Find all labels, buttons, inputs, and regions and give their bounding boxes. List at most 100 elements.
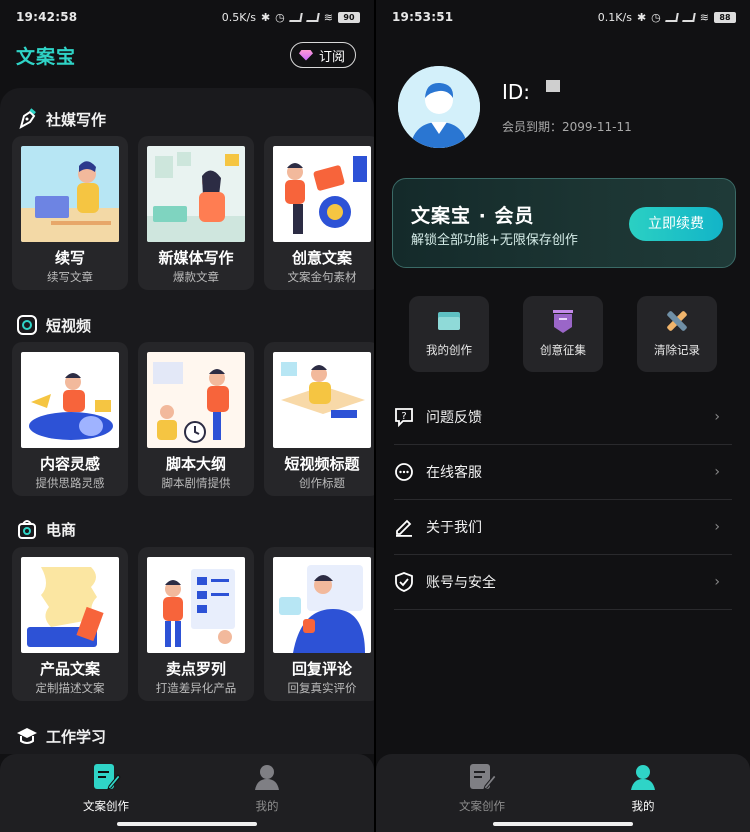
card-content-inspiration[interactable]: 内容灵感 提供思路灵感 xyxy=(12,342,128,496)
menu-item-account-security[interactable]: 账号与安全 › xyxy=(394,555,732,610)
menu-label: 问题反馈 xyxy=(426,410,482,426)
tab-label: 文案创作 xyxy=(459,799,505,813)
card-desc: 回复真实评价 xyxy=(287,681,357,695)
tab-mine[interactable]: 我的 xyxy=(583,762,703,814)
eraser-cross-icon xyxy=(664,308,690,334)
section-header: 社媒写作 xyxy=(16,108,106,130)
quick-clear-history[interactable]: 清除记录 xyxy=(637,296,717,372)
card-selling-points[interactable]: 卖点罗列 打造差异化产品 xyxy=(138,547,254,701)
quick-label: 创意征集 xyxy=(540,343,586,357)
home-indicator xyxy=(493,822,633,826)
feedback-question-icon: ? xyxy=(394,407,414,428)
card-video-title[interactable]: 短视频标题 创作标题 xyxy=(264,342,374,496)
tab-mine[interactable]: 我的 xyxy=(207,762,327,814)
alarm-icon: ◷ xyxy=(651,10,661,24)
writer-laptop-illustration xyxy=(21,146,119,242)
quick-creative-call[interactable]: 创意征集 xyxy=(523,296,603,372)
quick-label: 我的创作 xyxy=(426,343,472,357)
rocket-rider-illustration xyxy=(21,352,119,448)
status-bar: 19:53:51 0.1K/s ✱ ◷ ≋ 88 xyxy=(392,8,736,26)
folder-icon xyxy=(436,308,462,334)
card-reply-comments[interactable]: 回复评论 回复真实评价 xyxy=(264,547,374,701)
card-creative-copy[interactable]: 创意文案 文案金句素材 xyxy=(264,136,374,290)
tab-label: 我的 xyxy=(255,799,279,813)
card-desc: 爆款文章 xyxy=(173,270,219,284)
graduation-cap-icon xyxy=(16,725,38,747)
battery-icon: 90 xyxy=(338,11,360,23)
person-icon xyxy=(628,762,658,792)
status-time: 19:42:58 xyxy=(16,10,78,24)
wifi-icon: ≋ xyxy=(699,10,709,24)
vip-banner[interactable]: 文案宝 · 会员 解锁全部功能+无限保存创作 立即续费 xyxy=(392,178,736,268)
battery-icon: 88 xyxy=(714,11,736,23)
card-desc: 打造差异化产品 xyxy=(155,681,237,695)
network-speed: 0.1K/s xyxy=(597,10,632,24)
scroll-document-illustration xyxy=(21,557,119,653)
chat-support-icon xyxy=(394,462,414,482)
presentation-list-illustration xyxy=(147,557,245,653)
home-indicator xyxy=(117,822,257,826)
camera-icon xyxy=(16,314,38,336)
card-desc: 创作标题 xyxy=(299,476,345,490)
alarm-icon: ◷ xyxy=(275,10,285,24)
feature-list: 社媒写作 续写 续写文章 新媒体写作 爆款文章 创意文案 文案金句素材 短视频 … xyxy=(0,88,374,754)
woman-at-desk-illustration xyxy=(147,146,245,242)
section-header: 工作学习 xyxy=(16,725,106,747)
menu-item-feedback[interactable]: ? 问题反馈 › xyxy=(394,390,732,445)
writing-doc-icon xyxy=(91,762,121,792)
card-product-copy[interactable]: 产品文案 定制描述文案 xyxy=(12,547,128,701)
menu-label: 关于我们 xyxy=(426,520,482,536)
card-desc: 续写文章 xyxy=(47,270,93,284)
menu-item-about[interactable]: 关于我们 › xyxy=(394,500,732,555)
quick-label: 清除记录 xyxy=(654,343,700,357)
status-indicators: 0.5K/s ✱ ◷ ≋ 90 xyxy=(222,11,360,24)
card-title: 续写 xyxy=(54,249,85,267)
profile-screen: 19:53:51 0.1K/s ✱ ◷ ≋ 88 ID: 会员到期：2099-1… xyxy=(376,0,750,832)
chat-reply-illustration xyxy=(273,557,371,653)
shield-check-icon xyxy=(394,572,414,592)
section-title: 工作学习 xyxy=(46,727,107,746)
card-script-outline[interactable]: 脚本大纲 脚本剧情提供 xyxy=(138,342,254,496)
vip-title: 文案宝 · 会员 xyxy=(411,205,535,227)
membership-expiry: 会员到期：2099-11-11 xyxy=(502,120,632,134)
signal-icon xyxy=(288,12,303,22)
card-desc: 文案金句素材 xyxy=(287,270,357,284)
card-title: 产品文案 xyxy=(39,660,100,678)
card-row: 内容灵感 提供思路灵感 脚本大纲 脚本剧情提供 短视频标题 创作标题 xyxy=(12,342,374,496)
card-title: 脚本大纲 xyxy=(165,455,226,473)
card-title: 新媒体写作 xyxy=(158,249,234,267)
screenshot-pair: 19:42:58 0.5K/s ✱ ◷ ≋ 90 文案宝 订阅 社媒写作 续写 … xyxy=(0,0,750,832)
creative-people-illustration xyxy=(273,146,371,242)
user-id: ID: xyxy=(502,80,561,104)
tab-writing[interactable]: 文案创作 xyxy=(46,762,166,814)
section-header: 电商 xyxy=(16,518,76,540)
bluetooth-icon: ✱ xyxy=(636,10,647,24)
tab-label: 文案创作 xyxy=(83,799,129,813)
section-header: 短视频 xyxy=(16,314,91,336)
renew-button[interactable]: 立即续费 xyxy=(629,207,723,241)
card-row: 续写 续写文章 新媒体写作 爆款文章 创意文案 文案金句素材 xyxy=(12,136,374,290)
avatar[interactable] xyxy=(398,66,480,148)
subscribe-button[interactable]: 订阅 xyxy=(289,42,356,68)
bluetooth-icon: ✱ xyxy=(260,10,271,24)
writing-doc-icon xyxy=(467,762,497,792)
tab-writing[interactable]: 文案创作 xyxy=(422,762,542,814)
menu-item-support[interactable]: 在线客服 › xyxy=(394,445,732,500)
diamond-icon xyxy=(298,49,313,61)
card-new-media[interactable]: 新媒体写作 爆款文章 xyxy=(138,136,254,290)
home-screen: 19:42:58 0.5K/s ✱ ◷ ≋ 90 文案宝 订阅 社媒写作 续写 … xyxy=(0,0,374,832)
person-icon xyxy=(252,762,282,792)
tab-label: 我的 xyxy=(631,799,655,813)
menu-label: 在线客服 xyxy=(426,465,482,481)
card-title: 短视频标题 xyxy=(284,455,360,473)
section-title: 电商 xyxy=(46,520,77,539)
card-title: 卖点罗列 xyxy=(165,660,226,678)
chevron-right-icon: › xyxy=(714,519,720,535)
quick-my-creations[interactable]: 我的创作 xyxy=(409,296,489,372)
svg-text:?: ? xyxy=(401,411,406,422)
card-desc: 提供思路灵感 xyxy=(35,476,105,490)
edit-pen-icon xyxy=(394,517,414,537)
chevron-right-icon: › xyxy=(714,574,720,590)
chevron-right-icon: › xyxy=(714,464,720,480)
card-continue-writing[interactable]: 续写 续写文章 xyxy=(12,136,128,290)
